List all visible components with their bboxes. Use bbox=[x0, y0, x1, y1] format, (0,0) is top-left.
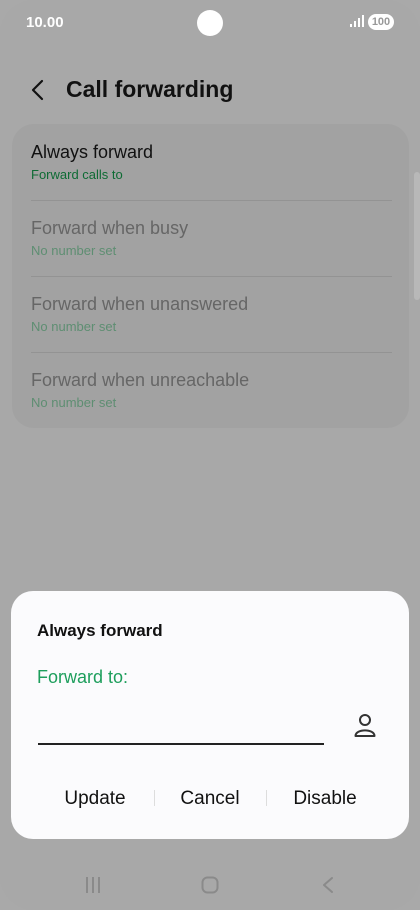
back-icon[interactable] bbox=[320, 876, 336, 894]
option-label: Forward when unreachable bbox=[31, 370, 250, 390]
option-subtext: No number set bbox=[31, 319, 117, 334]
chevron-left-icon[interactable] bbox=[26, 76, 50, 104]
disable-button[interactable]: Disable bbox=[269, 783, 381, 815]
forwarding-options-card: Always forward Forward calls to Forward … bbox=[12, 124, 409, 428]
option-forward-when-busy[interactable]: Forward when busy No number set bbox=[31, 200, 392, 276]
battery-icon: 100 bbox=[368, 14, 394, 30]
recents-icon[interactable] bbox=[84, 876, 102, 894]
option-label: Forward when unanswered bbox=[31, 294, 249, 314]
forward-to-label: Forward to: bbox=[37, 667, 129, 687]
app-header: Call forwarding bbox=[0, 70, 420, 110]
status-bar: 10.00 100 bbox=[0, 0, 420, 46]
status-time: 10.00 bbox=[26, 14, 64, 31]
home-icon[interactable] bbox=[201, 876, 219, 894]
option-label: Always forward bbox=[31, 142, 154, 162]
option-subtext: Forward calls to bbox=[31, 167, 123, 182]
button-separator bbox=[266, 790, 267, 806]
forward-dialog: Always forward Forward to: Update Cancel… bbox=[11, 591, 409, 839]
option-forward-when-unanswered[interactable]: Forward when unanswered No number set bbox=[31, 276, 392, 352]
forward-number-input[interactable] bbox=[38, 709, 324, 745]
cancel-button[interactable]: Cancel bbox=[156, 783, 264, 815]
navigation-bar bbox=[0, 866, 420, 906]
option-always-forward[interactable]: Always forward Forward calls to bbox=[31, 124, 392, 200]
person-icon[interactable] bbox=[353, 712, 377, 738]
page-title: Call forwarding bbox=[66, 76, 234, 102]
update-button[interactable]: Update bbox=[39, 783, 151, 815]
option-label: Forward when busy bbox=[31, 218, 189, 238]
button-separator bbox=[154, 790, 155, 806]
option-subtext: No number set bbox=[31, 395, 117, 410]
signal-icon bbox=[350, 15, 364, 27]
phone-screen: 10.00 100 Call forwarding Always forward… bbox=[0, 0, 420, 910]
front-camera bbox=[197, 10, 223, 36]
option-forward-when-unreachable[interactable]: Forward when unreachable No number set bbox=[31, 352, 392, 428]
option-subtext: No number set bbox=[31, 243, 117, 258]
scrollbar[interactable] bbox=[414, 172, 420, 300]
dialog-title: Always forward bbox=[37, 621, 163, 640]
